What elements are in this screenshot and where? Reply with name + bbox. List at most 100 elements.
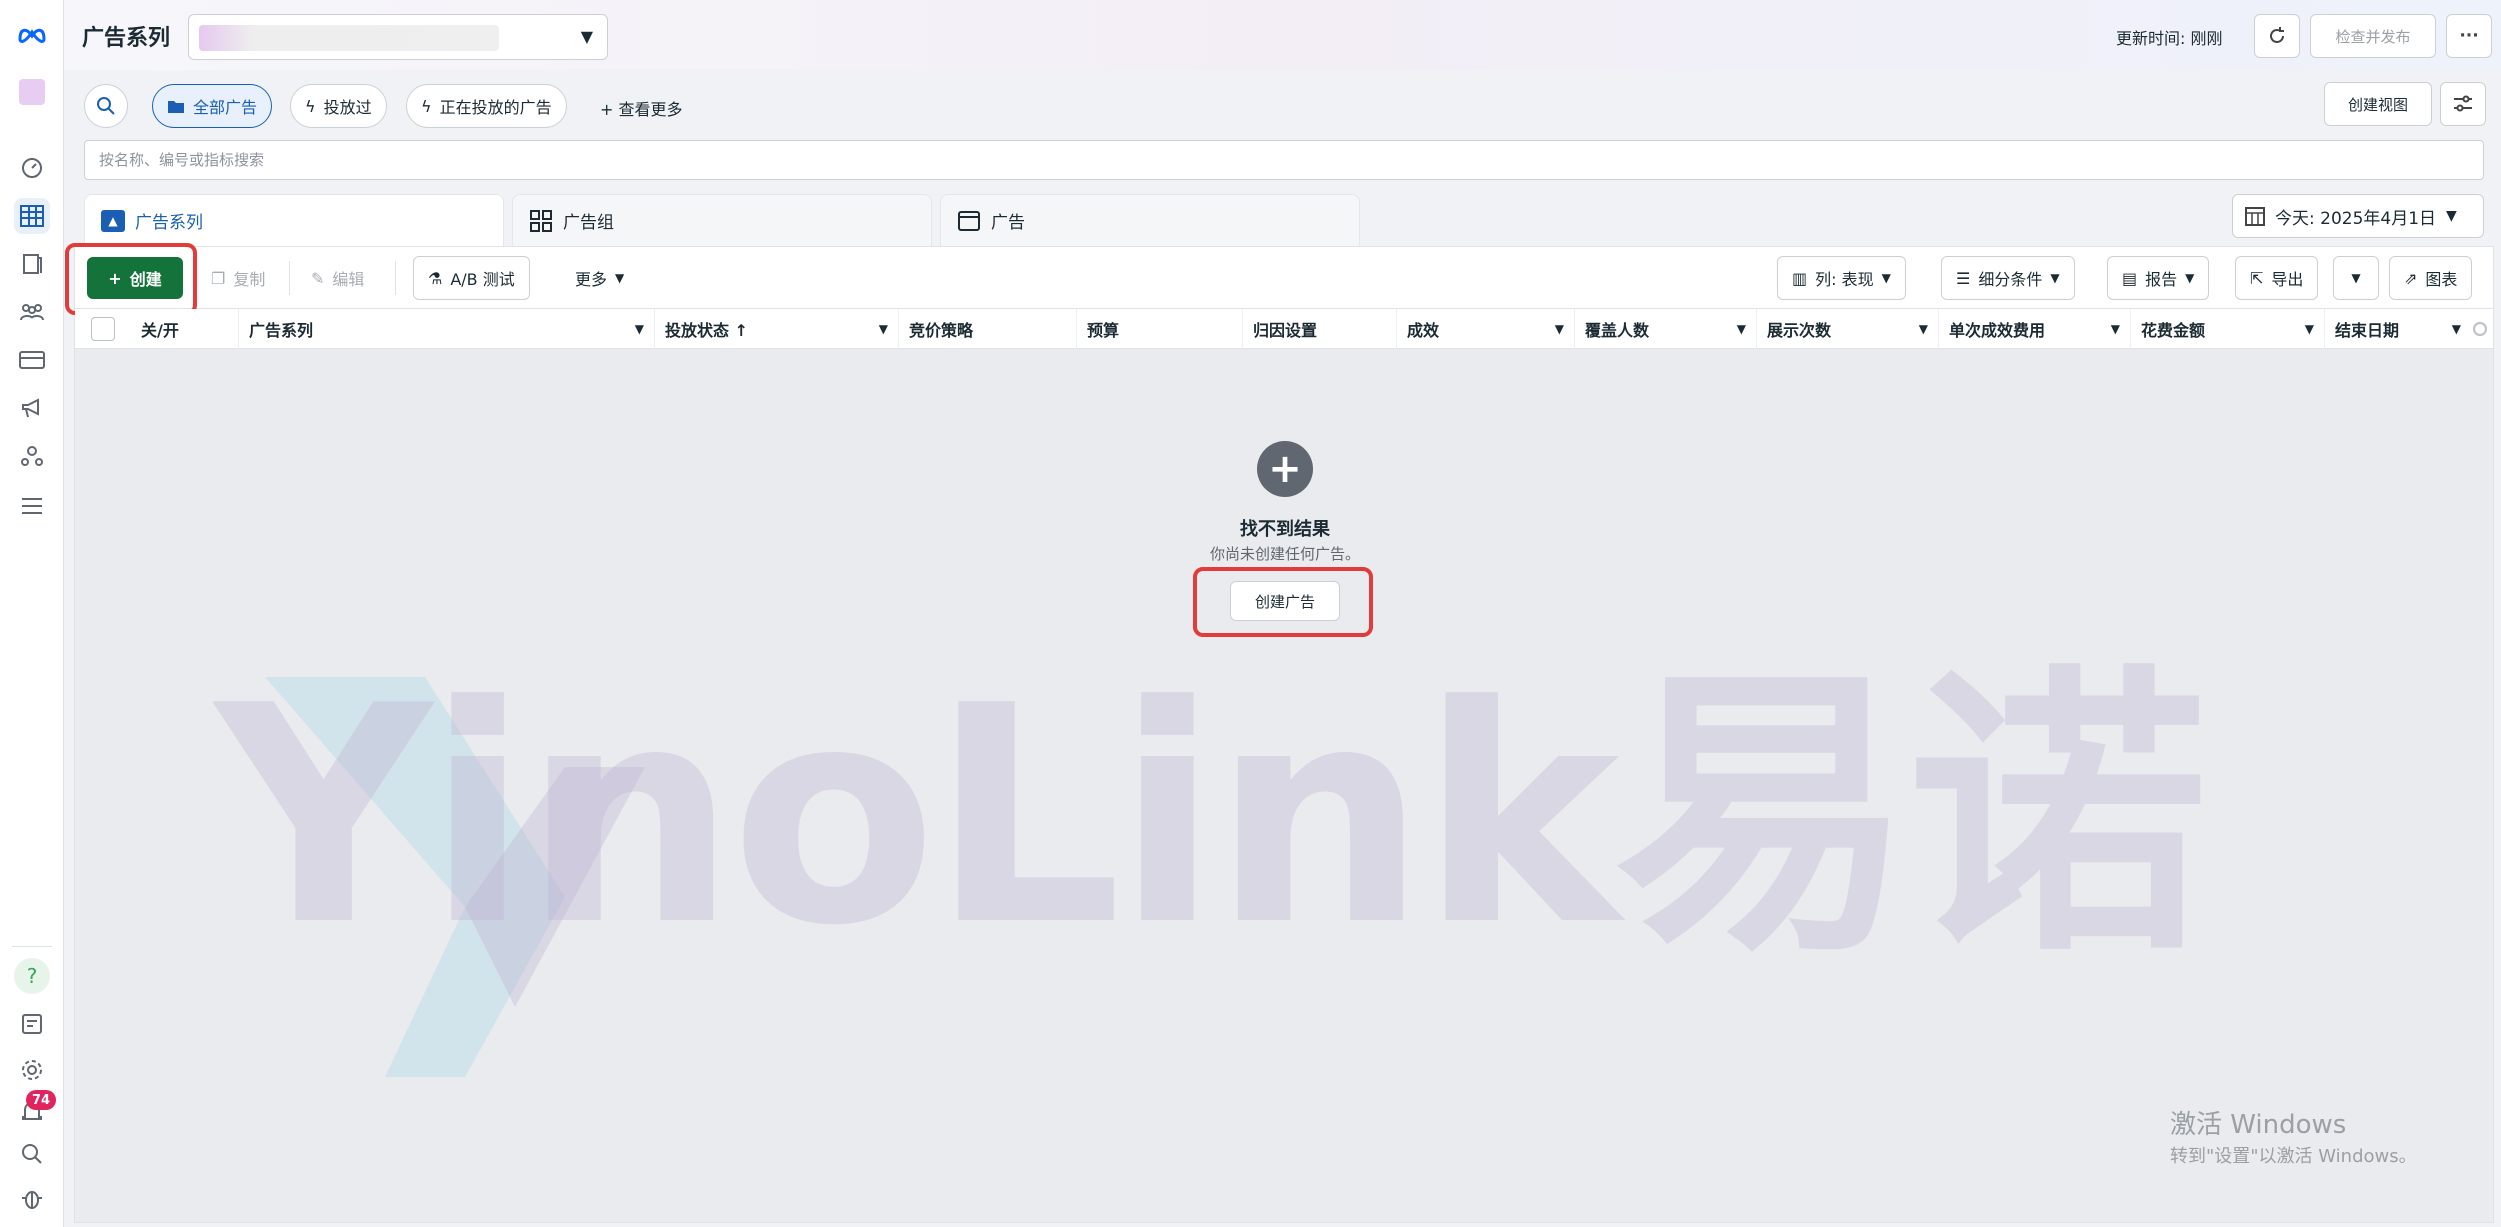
chevron-down-icon: ▼ (2110, 322, 2120, 336)
create-view-button[interactable]: 创建视图 (2324, 82, 2432, 126)
filter-bar: 全部广告 ϟ 投放过 ϟ 正在投放的广告 + 查看更多 创建视图 (74, 76, 2489, 136)
refresh-button[interactable] (2254, 14, 2300, 58)
actions-toolbar: + 创建 ❐ 复制 ✎ 编辑 ⚗ A/B 测试 更多 ▼ ▥ 列: 表现 ▼ ☰ (65, 243, 2493, 315)
duplicate-label: 复制 (233, 270, 266, 289)
filter-label: 正在投放的广告 (439, 98, 552, 117)
table-icon[interactable] (14, 198, 50, 234)
column-settings-icon[interactable] (2473, 322, 2487, 336)
dashboard-icon[interactable] (14, 150, 50, 186)
tab-ads[interactable]: 广告 (940, 194, 1360, 246)
duplicate-button[interactable]: ❐ 复制 (197, 256, 279, 300)
charts-button[interactable]: ⇗ 图表 (2389, 256, 2473, 300)
date-range-picker[interactable]: 今天: 2025年4月1日 ▼ (2232, 194, 2484, 238)
col-end-date[interactable]: 结束日期 ▼ (2325, 309, 2471, 349)
lightning-icon: ϟ (421, 96, 432, 116)
col-bid-strategy[interactable]: 竞价策略 (899, 309, 1077, 349)
col-amount-spent[interactable]: 花费金额 ▼ (2131, 309, 2325, 349)
calendar-icon (2245, 207, 2265, 226)
gear-icon[interactable] (14, 1052, 50, 1088)
col-impressions[interactable]: 展示次数 ▼ (1757, 309, 1939, 349)
business-icon[interactable] (14, 438, 50, 474)
col-label: 覆盖人数 (1585, 321, 1650, 340)
col-attribution[interactable]: 归因设置 (1243, 309, 1397, 349)
select-all-checkbox[interactable] (91, 317, 115, 341)
rail-divider (12, 946, 52, 947)
ab-test-button[interactable]: ⚗ A/B 测试 (413, 256, 530, 300)
chevron-down-icon: ▼ (878, 322, 888, 336)
more-label: 更多 (575, 270, 608, 289)
col-delivery[interactable]: 投放状态 ↑ ▼ (655, 309, 899, 349)
windows-activation-title: 激活 Windows (2170, 1110, 2347, 1140)
export-dropdown-button[interactable]: ▼ (2333, 256, 2379, 300)
ab-test-label: A/B 测试 (450, 270, 515, 289)
see-more-filters[interactable]: + 查看更多 (600, 96, 683, 120)
folder-icon (168, 101, 184, 113)
edit-label: 编辑 (332, 270, 365, 289)
news-icon[interactable] (14, 1006, 50, 1042)
edit-button[interactable]: ✎ 编辑 (297, 256, 378, 300)
search-icon[interactable] (14, 1136, 50, 1172)
more-options-button[interactable]: ··· (2446, 14, 2492, 58)
bug-icon[interactable] (14, 1180, 50, 1216)
update-time: 更新时间: 刚刚 (2116, 29, 2223, 48)
tab-adsets[interactable]: 广告组 (512, 194, 932, 246)
col-label: 展示次数 (1767, 321, 1832, 340)
columns-button[interactable]: ▥ 列: 表现 ▼ (1777, 256, 1906, 300)
export-button[interactable]: ⇱ 导出 (2235, 256, 2319, 300)
ad-icon (957, 210, 981, 232)
flask-icon: ⚗ (428, 268, 443, 288)
highlight-box-create-ad (1193, 567, 1373, 637)
col-reach[interactable]: 覆盖人数 ▼ (1575, 309, 1757, 349)
col-label: 结束日期 (2335, 321, 2400, 340)
megaphone-icon[interactable] (14, 390, 50, 426)
watermark-text: YinoLink易诺 (215, 642, 2208, 991)
tab-label: 广告 (991, 213, 1025, 233)
date-label: 今天: 2025年4月1日 (2275, 208, 2437, 229)
export-icon: ⇱ (2250, 268, 2264, 288)
highlight-box-create (65, 243, 197, 315)
search-input[interactable] (84, 140, 2484, 180)
filter-active-ads[interactable]: ϟ 正在投放的广告 (406, 84, 567, 128)
account-name-redacted (199, 25, 499, 51)
filter-delivered[interactable]: ϟ 投放过 (290, 84, 387, 128)
separator (289, 261, 290, 295)
more-actions-button[interactable]: 更多 ▼ (561, 256, 638, 300)
left-rail: ? 74 (0, 0, 64, 1227)
add-circle-icon: + (1257, 441, 1313, 497)
filter-label: 投放过 (323, 98, 372, 117)
col-label: 成效 (1407, 321, 1440, 340)
account-selector[interactable]: ▼ (188, 14, 608, 60)
col-cost-per-result[interactable]: 单次成效费用 ▼ (1939, 309, 2131, 349)
account-avatar[interactable] (14, 74, 50, 110)
tab-campaigns[interactable]: ▲ 广告系列 (84, 194, 504, 246)
columns-icon: ▥ (1792, 268, 1808, 288)
separator (395, 261, 396, 295)
filter-all-ads[interactable]: 全部广告 (152, 84, 273, 128)
search-toggle-button[interactable] (84, 84, 128, 128)
menu-icon[interactable] (14, 488, 50, 524)
chevron-down-icon: ▼ (1736, 322, 1746, 336)
export-label: 导出 (2271, 270, 2304, 289)
chevron-down-icon: ▼ (615, 271, 625, 285)
reports-icon: ▤ (2122, 268, 2138, 288)
col-results[interactable]: 成效 ▼ (1397, 309, 1575, 349)
reports-button[interactable]: ▤ 报告 ▼ (2107, 256, 2210, 300)
tab-label: 广告组 (563, 213, 614, 233)
col-budget[interactable]: 预算 (1077, 309, 1243, 349)
chevron-down-icon: ▼ (2351, 271, 2361, 285)
help-icon[interactable]: ? (14, 958, 50, 994)
pencil-icon: ✎ (311, 268, 325, 288)
col-toggle[interactable]: 关/开 (131, 309, 239, 349)
chart-icon: ⇗ (2404, 268, 2418, 288)
audience-icon[interactable] (14, 294, 50, 330)
chevron-down-icon: ▼ (1918, 322, 1928, 336)
billing-icon[interactable] (14, 342, 50, 378)
breakdown-icon: ☰ (1956, 268, 1971, 288)
meta-logo-icon[interactable] (14, 16, 50, 52)
settings-sliders-button[interactable] (2440, 82, 2486, 126)
review-publish-button[interactable]: 检查并发布 (2310, 14, 2436, 58)
charts-label: 图表 (2425, 270, 2458, 289)
pages-icon[interactable] (14, 246, 50, 282)
col-campaign[interactable]: 广告系列 ▼ (239, 309, 655, 349)
breakdown-button[interactable]: ☰ 细分条件 ▼ (1941, 256, 2075, 300)
